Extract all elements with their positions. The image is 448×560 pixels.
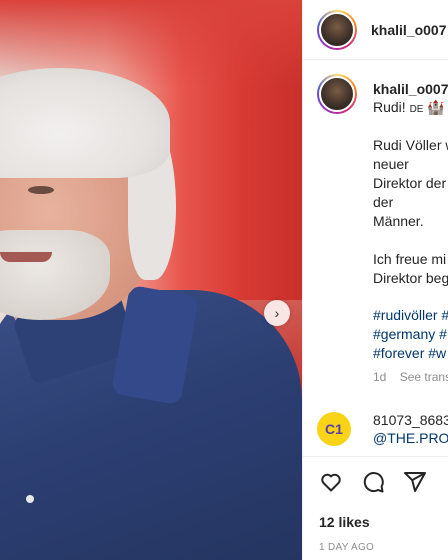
post-side-panel: khalil_o007 khalil_o007 Rudi! DE 🏰 Rudi … (302, 0, 448, 560)
like-count[interactable]: 12 likes (319, 514, 370, 530)
caption-first-line: Rudi! (373, 99, 406, 115)
caption-body: Rudi Völler w neuer Direktor der der Män… (373, 136, 448, 288)
caption-text: khalil_o007 Rudi! DE 🏰 (373, 80, 448, 119)
caption-line: neuer (373, 156, 409, 172)
avatar[interactable] (317, 74, 357, 114)
caption-meta: 1d See trans (373, 370, 448, 384)
next-photo-button[interactable]: › (264, 300, 290, 326)
caption-line: Männer. (373, 213, 424, 229)
header-username[interactable]: khalil_o007 (371, 22, 447, 38)
like-button[interactable] (319, 470, 343, 499)
avatar[interactable]: C1 (317, 412, 351, 446)
caption-line: Rudi Völler w (373, 137, 448, 153)
caption-line: Ich freue mi (373, 251, 447, 267)
avatar[interactable] (317, 9, 357, 50)
shirt-button (26, 495, 34, 503)
caption-line: Direktor der (373, 175, 447, 191)
post-photo: › (0, 0, 302, 560)
share-button[interactable] (403, 470, 427, 499)
see-translation-link[interactable]: See trans (400, 370, 448, 384)
comment-username[interactable]: 81073_8683 (373, 412, 448, 428)
comment-mention[interactable]: @THE.PROM (373, 430, 448, 446)
eye (28, 186, 54, 194)
mouth (0, 252, 52, 262)
share-icon (404, 472, 426, 492)
caption-line: Direktor beg (373, 270, 448, 286)
chevron-right-icon: › (274, 305, 280, 321)
comment-button[interactable] (361, 470, 385, 499)
caption-line: der (373, 194, 394, 210)
comment-icon (363, 472, 384, 493)
germany-flag-icon: DE (409, 104, 424, 115)
action-bar (319, 470, 427, 499)
divider (303, 456, 448, 457)
heart-icon (321, 473, 341, 492)
hashtag-link[interactable]: #forever #w (373, 344, 448, 363)
caption-time: 1d (373, 370, 387, 384)
post-header: khalil_o007 (303, 0, 448, 60)
caption-username[interactable]: khalil_o007 (373, 80, 448, 98)
castle-icon: 🏰 (427, 99, 445, 115)
hashtags: #rudivöller # #germany # #forever #w (373, 306, 448, 363)
hashtag-link[interactable]: #germany # (373, 325, 448, 344)
post-date: 1 DAY AGO (319, 542, 375, 553)
hashtag-link[interactable]: #rudivöller # (373, 306, 448, 325)
